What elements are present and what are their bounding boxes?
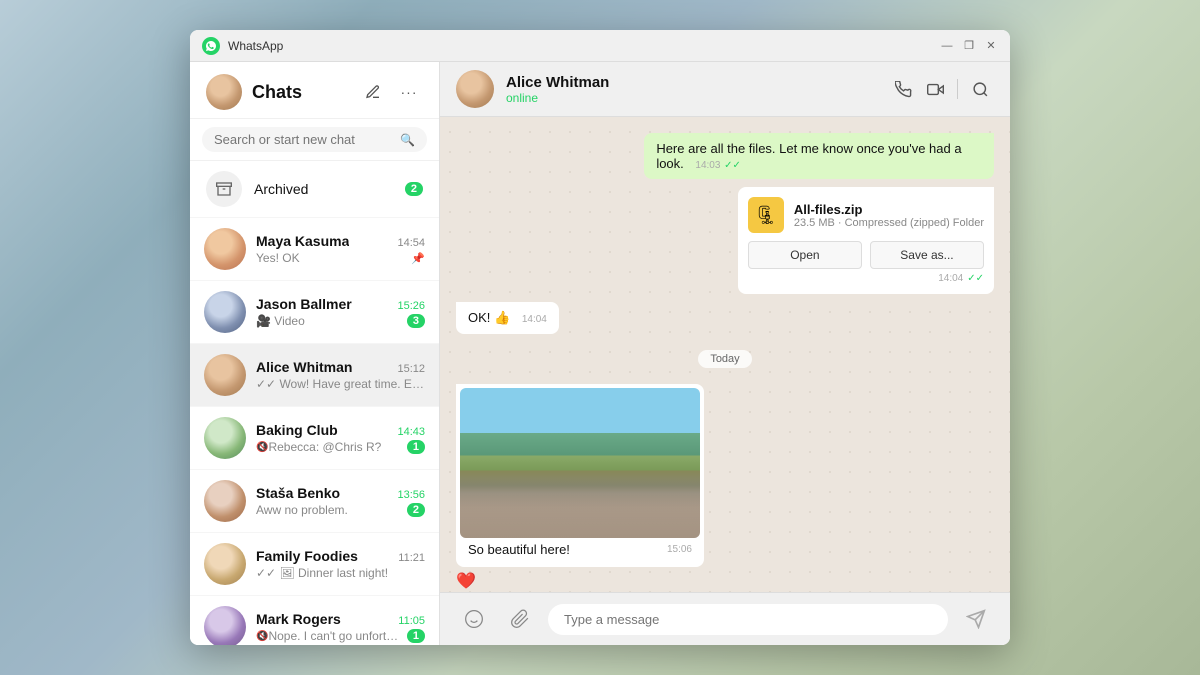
- archived-label: Archived: [254, 181, 393, 197]
- chat-name-4: Staša Benko: [256, 485, 340, 501]
- chat-list: Maya Kasuma 14:54 Yes! OK📌 Jason Ballmer…: [190, 218, 439, 645]
- landscape-photo[interactable]: [460, 388, 700, 538]
- sidebar: Chats ··· 🔍: [190, 62, 440, 645]
- file-name: All-files.zip: [794, 202, 984, 217]
- app-window: WhatsApp — ❐ ✕ Chats: [190, 30, 1010, 645]
- chat-panel: Alice Whitman online: [440, 62, 1010, 645]
- minimize-button[interactable]: —: [940, 39, 954, 53]
- chat-time-1: 15:26: [397, 300, 425, 312]
- chat-contact-status: online: [506, 91, 877, 105]
- app-logo: [202, 37, 220, 55]
- title-bar: WhatsApp — ❐ ✕: [190, 30, 1010, 62]
- chat-contact-info: Alice Whitman online: [506, 74, 877, 105]
- chat-name-6: Mark Rogers: [256, 611, 341, 627]
- send-button[interactable]: [958, 601, 994, 637]
- chat-list-item-0[interactable]: Maya Kasuma 14:54 Yes! OK📌: [190, 218, 439, 281]
- archived-badge: 2: [405, 182, 423, 196]
- file-time: 14:04: [938, 273, 963, 284]
- chat-list-item-6[interactable]: Mark Rogers 11:05 🔇Nope. I can't go unfo…: [190, 596, 439, 645]
- search-container: 🔍: [190, 119, 439, 161]
- search-messages-button[interactable]: [966, 75, 994, 103]
- maximize-button[interactable]: ❐: [962, 39, 976, 53]
- emoji-button[interactable]: [456, 601, 492, 637]
- message-received-1: OK! 👍 14:04: [456, 302, 559, 334]
- chat-name-5: Family Foodies: [256, 548, 358, 564]
- search-input[interactable]: [214, 132, 392, 147]
- unread-badge: 2: [407, 503, 425, 517]
- chat-header-actions: [889, 75, 994, 103]
- chat-time-5: 11:21: [398, 552, 425, 564]
- input-area: [440, 592, 1010, 645]
- chat-list-item-2[interactable]: Alice Whitman 15:12 ✓✓ Wow! Have great t…: [190, 344, 439, 407]
- zip-file-icon: 🗜: [748, 197, 784, 233]
- chat-header: Alice Whitman online: [440, 62, 1010, 117]
- message-image: So beautiful here! 15:06 ❤️: [456, 384, 704, 591]
- chat-contact-name: Alice Whitman: [506, 74, 877, 91]
- chat-list-item-5[interactable]: Family Foodies 11:21 ✓✓ 🖼 Dinner last ni…: [190, 533, 439, 596]
- chat-avatar-2: [204, 354, 246, 396]
- unread-badge: 3: [407, 314, 425, 328]
- chat-list-item-3[interactable]: Baking Club 14:43 🔇Rebecca: @Chris R?1: [190, 407, 439, 470]
- chat-avatar-0: [204, 228, 246, 270]
- reaction-emoji: ❤️: [456, 573, 476, 590]
- mute-icon: 🔇: [256, 631, 268, 642]
- message-time: 14:04: [522, 314, 547, 325]
- chat-time-3: 14:43: [397, 426, 425, 438]
- unread-badge: 1: [407, 629, 425, 643]
- close-button[interactable]: ✕: [984, 39, 998, 53]
- message-file: 🗜 All-files.zip 23.5 MB · Compressed (zi…: [738, 187, 994, 294]
- chat-time-4: 13:56: [397, 489, 425, 501]
- date-label: Today: [698, 350, 751, 368]
- new-chat-button[interactable]: [359, 78, 387, 106]
- main-content: Chats ··· 🔍: [190, 62, 1010, 645]
- chat-list-item-4[interactable]: Staša Benko 13:56 Aww no problem.2: [190, 470, 439, 533]
- message-text: OK! 👍: [468, 310, 510, 325]
- chat-avatar-1: [204, 291, 246, 333]
- messages-area: Here are all the files. Let me know once…: [440, 117, 1010, 592]
- chat-time-2: 15:12: [397, 363, 425, 375]
- file-meta: 23.5 MB · Compressed (zipped) Folder: [794, 217, 984, 229]
- archived-row[interactable]: Archived 2: [190, 161, 439, 218]
- pin-icon: 📌: [411, 252, 425, 265]
- chat-name-2: Alice Whitman: [256, 359, 352, 375]
- chat-name-1: Jason Ballmer: [256, 296, 352, 312]
- header-divider: [957, 79, 958, 99]
- image-caption: So beautiful here!: [468, 542, 570, 557]
- chat-avatar-6: [204, 606, 246, 645]
- chat-name-0: Maya Kasuma: [256, 233, 349, 249]
- chat-avatar-3: [204, 417, 246, 459]
- message-input[interactable]: [548, 604, 948, 635]
- voice-call-button[interactable]: [889, 75, 917, 103]
- save-file-button[interactable]: Save as...: [870, 241, 984, 269]
- window-controls: — ❐ ✕: [940, 39, 998, 53]
- message-time: 14:03: [695, 160, 720, 171]
- open-file-button[interactable]: Open: [748, 241, 862, 269]
- chat-list-item-1[interactable]: Jason Ballmer 15:26 🎥 Video3: [190, 281, 439, 344]
- chat-time-0: 14:54: [397, 237, 425, 249]
- image-time: 15:06: [667, 544, 692, 555]
- chat-time-6: 11:05: [398, 615, 425, 627]
- video-call-button[interactable]: [921, 75, 949, 103]
- chat-avatar-4: [204, 480, 246, 522]
- user-avatar[interactable]: [206, 74, 242, 110]
- unread-badge: 1: [407, 440, 425, 454]
- sidebar-title: Chats: [252, 82, 349, 103]
- attach-button[interactable]: [502, 601, 538, 637]
- date-divider: Today: [456, 350, 994, 368]
- archive-icon: [206, 171, 242, 207]
- app-title: WhatsApp: [228, 39, 940, 53]
- chat-contact-avatar[interactable]: [456, 70, 494, 108]
- sidebar-header: Chats ···: [190, 62, 439, 119]
- message-sent-1: Here are all the files. Let me know once…: [644, 133, 994, 179]
- chat-name-3: Baking Club: [256, 422, 338, 438]
- mute-icon: 🔇: [256, 442, 268, 453]
- search-wrap: 🔍: [202, 127, 427, 152]
- menu-button[interactable]: ···: [395, 78, 423, 106]
- sidebar-actions: ···: [359, 78, 423, 106]
- search-icon: 🔍: [400, 133, 415, 147]
- chat-avatar-5: [204, 543, 246, 585]
